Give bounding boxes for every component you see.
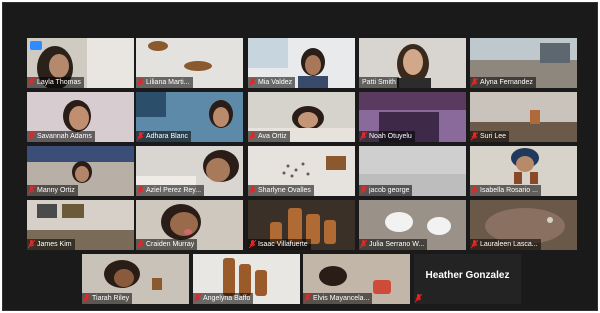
- muted-mic-icon: [249, 78, 256, 87]
- participant-tile[interactable]: Ava Ortiz: [248, 92, 355, 142]
- muted-mic-icon: [137, 240, 144, 249]
- muted-mic-icon: [249, 132, 256, 141]
- participant-tile[interactable]: Savannah Adams: [27, 92, 134, 142]
- muted-mic-icon: [28, 186, 35, 195]
- name-label: Patti Smith: [359, 77, 399, 88]
- name-label: Layla Thomas: [27, 77, 84, 88]
- name-label: Tiarah Riley: [82, 293, 133, 304]
- participant-tile[interactable]: Alyna Fernandez: [470, 38, 577, 88]
- name-label: Sharlyne Ovalles: [248, 185, 314, 196]
- name-label: Lauraleen Lasca...: [470, 239, 541, 250]
- participant-tile-active-speaker[interactable]: Patti Smith: [359, 38, 466, 88]
- participant-tile[interactable]: Adhara Blanc: [136, 92, 243, 142]
- muted-mic-icon: [360, 240, 367, 249]
- participant-tile[interactable]: Manny Ortiz: [27, 146, 134, 196]
- name-label: Adhara Blanc: [136, 131, 192, 142]
- participant-tile[interactable]: James Kim: [27, 200, 134, 250]
- participant-tile[interactable]: jacob george: [359, 146, 466, 196]
- participant-tile[interactable]: Elvis Mayancela...: [303, 254, 410, 304]
- participant-tile[interactable]: Lauraleen Lasca...: [470, 200, 577, 250]
- participant-tile-video-off[interactable]: Heather Gonzalez: [414, 254, 521, 304]
- participant-tile[interactable]: Aziel Perez Rey...: [136, 146, 243, 196]
- muted-mic-icon: [471, 78, 478, 87]
- name-label: Ava Ortiz: [248, 131, 290, 142]
- muted-mic-icon: [360, 186, 367, 195]
- participant-tile[interactable]: Julia Serrano W...: [359, 200, 466, 250]
- participant-tile[interactable]: Layla Thomas: [27, 38, 134, 88]
- participant-tile[interactable]: Mia Valdez: [248, 38, 355, 88]
- muted-mic-icon: [249, 240, 256, 249]
- name-label: Manny Ortiz: [27, 185, 78, 196]
- participant-tile[interactable]: Liliana Marti...: [136, 38, 243, 88]
- name-label: jacob george: [359, 185, 413, 196]
- muted-mic-icon: [137, 186, 144, 195]
- muted-mic-icon: [194, 294, 201, 303]
- video-gallery: Layla Thomas Liliana Marti... Mia Valdez…: [2, 2, 598, 311]
- participant-tile[interactable]: Sharlyne Ovalles: [248, 146, 355, 196]
- muted-mic-icon: [360, 132, 367, 141]
- participant-tile[interactable]: Angelyna Baffo: [193, 254, 300, 304]
- name-label: Aziel Perez Rey...: [136, 185, 205, 196]
- name-label: James Kim: [27, 239, 75, 250]
- name-label: [414, 293, 425, 304]
- participant-tile[interactable]: Craiden Murray: [136, 200, 243, 250]
- name-label: Elvis Mayancela...: [303, 293, 373, 304]
- name-label: Savannah Adams: [27, 131, 95, 142]
- participant-tile[interactable]: Isabella Rosario ...: [470, 146, 577, 196]
- name-label: Isaac Villafuerte: [248, 239, 311, 250]
- name-label: Craiden Murray: [136, 239, 198, 250]
- participant-display-name: Heather Gonzalez: [425, 270, 510, 281]
- camera-icon: [30, 41, 42, 50]
- muted-mic-icon: [471, 240, 478, 249]
- muted-mic-icon: [137, 78, 144, 87]
- participant-tile[interactable]: Isaac Villafuerte: [248, 200, 355, 250]
- muted-mic-icon: [471, 132, 478, 141]
- participant-tile[interactable]: Noah Otuyelu: [359, 92, 466, 142]
- name-label: Noah Otuyelu: [359, 131, 415, 142]
- muted-mic-icon: [471, 186, 478, 195]
- muted-mic-icon: [28, 240, 35, 249]
- muted-mic-icon: [415, 294, 422, 303]
- name-label: Liliana Marti...: [136, 77, 193, 88]
- name-label: Julia Serrano W...: [359, 239, 428, 250]
- muted-mic-icon: [137, 132, 144, 141]
- participant-tile[interactable]: Suri Lee: [470, 92, 577, 142]
- muted-mic-icon: [304, 294, 311, 303]
- name-label: Isabella Rosario ...: [470, 185, 541, 196]
- muted-mic-icon: [28, 132, 35, 141]
- muted-mic-icon: [28, 78, 35, 87]
- name-label: Suri Lee: [470, 131, 510, 142]
- muted-mic-icon: [249, 186, 256, 195]
- name-label: Mia Valdez: [248, 77, 296, 88]
- name-label: Alyna Fernandez: [470, 77, 536, 88]
- participant-tile[interactable]: Tiarah Riley: [82, 254, 189, 304]
- name-label: Angelyna Baffo: [193, 293, 254, 304]
- muted-mic-icon: [83, 294, 90, 303]
